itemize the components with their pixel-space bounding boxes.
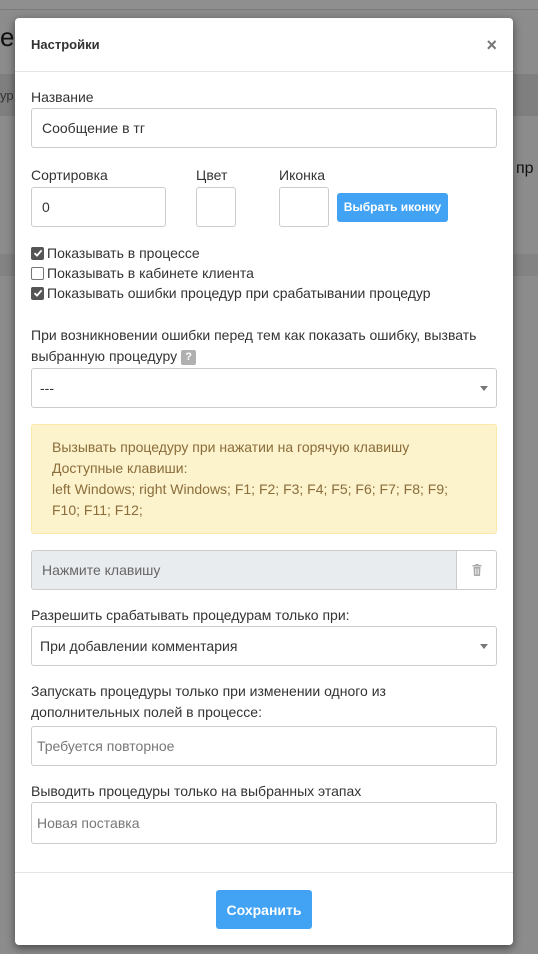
name-input[interactable]: Сообщение в тг bbox=[31, 108, 497, 148]
dropdown-arrow-icon bbox=[480, 386, 488, 391]
background-heading-fragment: е bbox=[0, 22, 15, 52]
name-label: Название bbox=[31, 89, 94, 105]
checkmark-icon bbox=[33, 249, 42, 257]
hotkey-info-line1: Вызывать процедуру при нажатии на горячу… bbox=[52, 439, 410, 455]
hotkey-info-keys: left Windows; right Windows; F1; F2; F3;… bbox=[52, 481, 448, 518]
checkbox-show-in-client-cabinet-box[interactable] bbox=[31, 266, 44, 280]
checkbox-label: Показывать ошибки процедур при срабатыва… bbox=[47, 285, 431, 301]
sort-group: Сортировка 0 bbox=[31, 167, 166, 227]
modal-header: Настройки × bbox=[15, 18, 513, 72]
checkmark-icon bbox=[33, 289, 42, 297]
modal-body: Название Сообщение в тг Сортировка 0 Цве… bbox=[15, 89, 513, 844]
modal-footer: Сохранить bbox=[15, 872, 513, 945]
checkbox-show-in-client-cabinet[interactable]: Показывать в кабинете клиента bbox=[31, 263, 497, 283]
checkbox-label: Показывать в процессе bbox=[47, 245, 200, 261]
checkbox-group: Показывать в процессе Показывать в кабин… bbox=[31, 243, 497, 303]
allow-only-label: Разрешить срабатывать процедурам только … bbox=[31, 607, 350, 623]
sort-color-icon-row: Сортировка 0 Цвет Иконка Выбрать иконку bbox=[31, 167, 497, 227]
checkbox-show-in-process-box[interactable] bbox=[31, 246, 44, 260]
allow-only-selected: При добавлении комментария bbox=[40, 638, 238, 654]
color-label: Цвет bbox=[196, 167, 228, 183]
hotkey-info-line2: Доступные клавиши: bbox=[52, 460, 188, 476]
hotkey-info-alert: Вызывать процедуру при нажатии на горячу… bbox=[31, 424, 497, 534]
background-toolbar bbox=[0, 0, 538, 10]
modal-title: Настройки bbox=[31, 37, 100, 52]
sort-input-value: 0 bbox=[42, 199, 50, 215]
trash-icon bbox=[472, 564, 481, 576]
allow-only-select[interactable]: При добавлении комментария bbox=[31, 626, 497, 666]
stages-field[interactable]: Новая поставка bbox=[31, 802, 497, 844]
hotkey-input-group: Нажмите клавишу bbox=[31, 550, 497, 590]
stages-field-value: Новая поставка bbox=[37, 815, 140, 831]
run-only-label: Запускать процедуры только при изменении… bbox=[31, 683, 386, 720]
close-icon[interactable]: × bbox=[486, 36, 497, 54]
icon-preview[interactable] bbox=[279, 187, 329, 227]
run-only-field-value: Требуется повторное bbox=[37, 738, 175, 754]
color-input[interactable] bbox=[196, 187, 236, 227]
choose-icon-button[interactable]: Выбрать иконку bbox=[337, 192, 448, 222]
help-icon[interactable]: ? bbox=[181, 349, 197, 365]
sort-label: Сортировка bbox=[31, 167, 108, 183]
save-button[interactable]: Сохранить bbox=[216, 890, 312, 929]
hotkey-input[interactable]: Нажмите клавишу bbox=[31, 550, 456, 590]
checkbox-show-procedure-errors[interactable]: Показывать ошибки процедур при срабатыва… bbox=[31, 283, 497, 303]
error-procedure-label-text: При возникновении ошибки перед тем как п… bbox=[31, 327, 477, 364]
icon-group: Иконка Выбрать иконку bbox=[279, 167, 448, 227]
color-group: Цвет bbox=[196, 167, 236, 227]
error-procedure-select[interactable]: --- bbox=[31, 368, 497, 408]
settings-modal: Настройки × Название Сообщение в тг Сорт… bbox=[15, 18, 513, 945]
checkbox-label: Показывать в кабинете клиента bbox=[47, 265, 254, 281]
background-label-fragment: ур bbox=[0, 88, 14, 103]
checkbox-show-in-process[interactable]: Показывать в процессе bbox=[31, 243, 497, 263]
run-only-field[interactable]: Требуется повторное bbox=[31, 726, 497, 766]
hotkey-input-placeholder: Нажмите клавишу bbox=[42, 562, 161, 578]
error-procedure-selected: --- bbox=[40, 380, 54, 396]
name-input-value: Сообщение в тг bbox=[42, 120, 145, 136]
icon-label: Иконка bbox=[279, 167, 326, 183]
dropdown-arrow-icon bbox=[480, 644, 488, 649]
stages-label: Выводить процедуры только на выбранных э… bbox=[31, 783, 362, 799]
sort-input[interactable]: 0 bbox=[31, 187, 166, 227]
background-right-fragment: пр bbox=[516, 160, 534, 177]
checkbox-show-procedure-errors-box[interactable] bbox=[31, 286, 44, 300]
error-procedure-label: При возникновении ошибки перед тем как п… bbox=[31, 325, 497, 367]
clear-hotkey-button[interactable] bbox=[456, 550, 497, 590]
